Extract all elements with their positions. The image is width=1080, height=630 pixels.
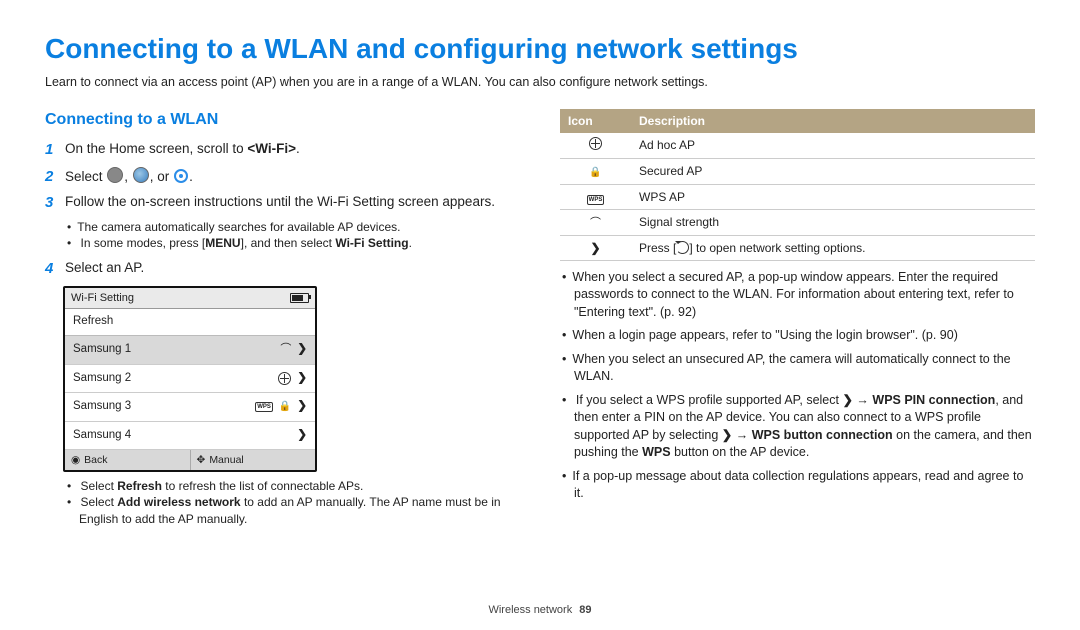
adhoc-icon bbox=[589, 137, 602, 150]
row-secured: Secured AP bbox=[631, 159, 1035, 185]
step-num-4: 4 bbox=[45, 259, 65, 279]
step-4: Select an AP. bbox=[65, 259, 520, 279]
signal-icon: ⌒ bbox=[590, 217, 601, 229]
page-footer: Wireless network 89 bbox=[0, 603, 1080, 618]
bullet-wps: If you select a WPS profile supported AP… bbox=[574, 392, 1035, 462]
chevron-right-icon: ❯ bbox=[590, 241, 600, 255]
step4-sub2: Select Add wireless network to add an AP… bbox=[79, 494, 520, 526]
intro-text: Learn to connect via an access point (AP… bbox=[45, 74, 1035, 91]
chevron-right-icon: ❯ bbox=[297, 428, 307, 444]
globe-icon bbox=[133, 167, 149, 183]
step-3: Follow the on-screen instructions until … bbox=[65, 193, 520, 213]
ap-row-2: Samsung 2 ❯ bbox=[65, 365, 315, 394]
reload-icon bbox=[676, 241, 689, 254]
target-icon bbox=[174, 169, 188, 183]
bullet-secured: When you select a secured AP, a pop-up w… bbox=[574, 269, 1035, 322]
step-num-3: 3 bbox=[45, 193, 65, 213]
step4-sub1: Select Refresh to refresh the list of co… bbox=[79, 478, 520, 494]
row-signal: Signal strength bbox=[631, 209, 1035, 235]
step-2: Select , , or . bbox=[65, 167, 520, 187]
lock-icon: 🔒 bbox=[279, 400, 291, 414]
share-icon bbox=[107, 167, 123, 183]
step-num-1: 1 bbox=[45, 140, 65, 160]
ap-row-4: Samsung 4 ❯ bbox=[65, 422, 315, 451]
step-num-2: 2 bbox=[45, 167, 65, 187]
device-title: Wi-Fi Setting bbox=[71, 291, 134, 306]
row-open-settings: Press [] to open network setting options… bbox=[631, 235, 1035, 260]
signal-icon: ⌒ bbox=[280, 342, 291, 357]
icon-table: Icon Description Ad hoc AP 🔒 Secured AP … bbox=[560, 109, 1035, 261]
step3-sub1: The camera automatically searches for av… bbox=[79, 219, 520, 235]
device-refresh: Refresh bbox=[65, 309, 315, 336]
th-desc: Description bbox=[631, 109, 1035, 133]
page-title: Connecting to a WLAN and configuring net… bbox=[45, 30, 1035, 68]
chevron-right-icon: ❯ bbox=[842, 393, 852, 407]
battery-icon bbox=[290, 293, 309, 303]
adhoc-icon bbox=[278, 372, 291, 385]
wps-icon: WPS bbox=[255, 402, 273, 412]
device-manual: ✥Manual bbox=[191, 450, 316, 470]
step-1: On the Home screen, scroll to <Wi-Fi>. bbox=[65, 140, 520, 160]
bullet-unsecured: When you select an unsecured AP, the cam… bbox=[574, 351, 1035, 386]
wps-icon: WPS bbox=[587, 195, 605, 205]
bullet-login: When a login page appears, refer to "Usi… bbox=[574, 327, 1035, 345]
bullet-regulations: If a pop-up message about data collectio… bbox=[574, 468, 1035, 503]
device-back: ◉Back bbox=[65, 450, 191, 470]
ap-row-3: Samsung 3 WPS 🔒 ❯ bbox=[65, 393, 315, 422]
row-adhoc: Ad hoc AP bbox=[631, 133, 1035, 159]
row-wps: WPS AP bbox=[631, 184, 1035, 209]
step3-sub2: In some modes, press [MENU], and then se… bbox=[79, 235, 520, 251]
th-icon: Icon bbox=[560, 109, 631, 133]
chevron-right-icon: ❯ bbox=[722, 428, 732, 442]
ap-row-1: Samsung 1 ⌒ ❯ bbox=[65, 336, 315, 365]
lock-icon: 🔒 bbox=[589, 167, 601, 178]
chevron-right-icon: ❯ bbox=[297, 371, 307, 387]
chevron-right-icon: ❯ bbox=[297, 399, 307, 415]
section-heading: Connecting to a WLAN bbox=[45, 109, 520, 131]
chevron-right-icon: ❯ bbox=[297, 342, 307, 358]
wifi-setting-screenshot: Wi-Fi Setting Refresh Samsung 1 ⌒ ❯ Sams… bbox=[63, 286, 317, 473]
